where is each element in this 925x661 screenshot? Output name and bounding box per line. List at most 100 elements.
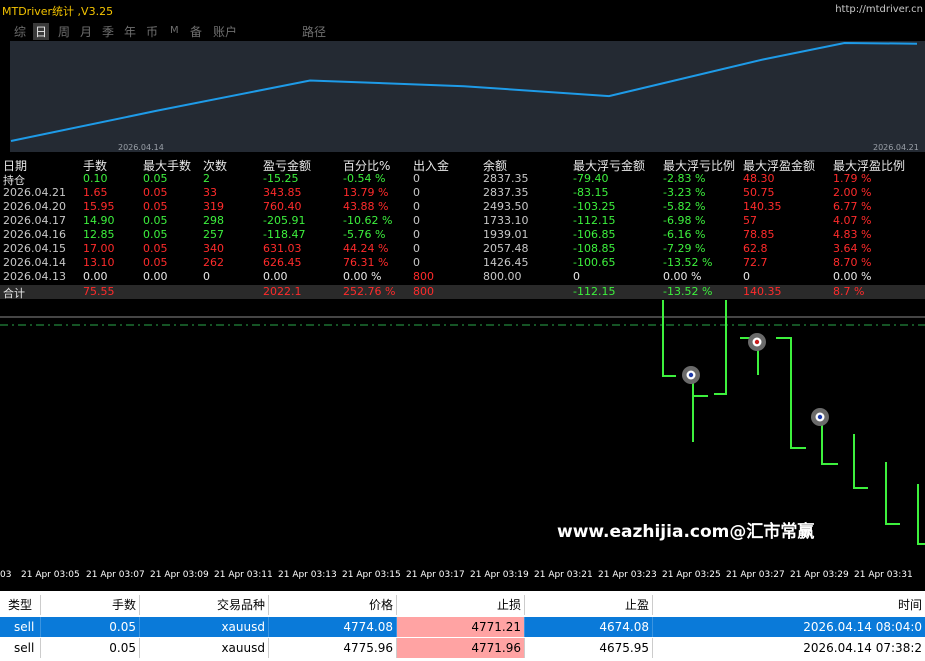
- orders-header-tp[interactable]: 止盈: [525, 595, 653, 615]
- tab-backup[interactable]: 备: [188, 23, 204, 40]
- orders-header-lots[interactable]: 手数: [41, 595, 140, 615]
- trade-marker-2[interactable]: [748, 333, 766, 351]
- tab-overview[interactable]: 综: [12, 23, 28, 40]
- stat-max-dd-pct: 0.00 %: [663, 270, 702, 283]
- stat-max-fp-pct: 4.07 %: [833, 214, 872, 227]
- time-axis-label: 21 Apr 03:09: [150, 570, 209, 580]
- order-take-profit[interactable]: 4674.08: [525, 617, 653, 637]
- price-step-2: [692, 376, 708, 442]
- stat-max-fp: 140.35: [743, 200, 782, 213]
- time-axis-label: 21 Apr 03:21: [534, 570, 593, 580]
- stat-max-fp: 72.7: [743, 256, 768, 269]
- price-step-5: [776, 337, 806, 449]
- order-stop-loss[interactable]: 4771.96: [397, 638, 525, 658]
- stat-date: 2026.04.21: [3, 186, 66, 199]
- order-row[interactable]: sell 0.05 xauusd 4774.08 4771.21 4674.08…: [0, 617, 925, 637]
- stat-inout: 800: [413, 270, 434, 283]
- trade-marker-1[interactable]: [682, 366, 700, 384]
- title-bar: MTDriver统计 ,V3.25 http://mtdriver.cn: [0, 0, 925, 20]
- equity-curve-line: [10, 41, 918, 142]
- stats-row: 2026.04.16 12.85 0.05 257 -118.47 -5.76 % 0 193…: [0, 228, 925, 242]
- orders-header-symbol[interactable]: 交易品种: [140, 595, 269, 615]
- order-symbol: xauusd: [140, 638, 269, 658]
- order-take-profit[interactable]: 4675.95: [525, 638, 653, 658]
- total-pnl: 2022.1: [263, 285, 302, 298]
- total-max-dd: -112.15: [573, 285, 616, 298]
- tab-year[interactable]: 年: [122, 23, 138, 40]
- stat-max-fp-pct: 4.83 %: [833, 228, 872, 241]
- tab-path[interactable]: 路径: [300, 23, 328, 40]
- stat-max-dd: -108.85: [573, 242, 616, 255]
- price-step-1: [662, 300, 676, 377]
- stat-count: 262: [203, 256, 224, 269]
- curve-date-end: 2026.04.21: [873, 143, 919, 152]
- stat-max-fp-pct: 3.64 %: [833, 242, 872, 255]
- stat-max-dd-pct: -13.52 %: [663, 256, 713, 269]
- stat-max-fp-pct: 2.00 %: [833, 186, 872, 199]
- stat-balance: 2493.50: [483, 200, 529, 213]
- price-step-6: [821, 418, 838, 465]
- stat-max-dd-pct: -7.29 %: [663, 242, 706, 255]
- price-step-3: [714, 300, 727, 395]
- time-axis-label: 21 Apr 03:23: [598, 570, 657, 580]
- order-symbol: xauusd: [140, 617, 269, 637]
- app-title: MTDriver统计 ,V3.25: [2, 5, 114, 18]
- tab-m[interactable]: M: [168, 25, 181, 36]
- tab-day[interactable]: 日: [33, 23, 50, 40]
- stat-date: 2026.04.20: [3, 200, 66, 213]
- price-step-7: [853, 434, 868, 489]
- stat-lots: 12.85: [83, 228, 115, 241]
- stat-date: 2026.04.13: [3, 270, 66, 283]
- stat-date: 2026.04.14: [3, 256, 66, 269]
- stat-max-fp-pct: 8.70 %: [833, 256, 872, 269]
- tab-month[interactable]: 月: [78, 23, 94, 40]
- order-stop-loss[interactable]: 4771.21: [397, 617, 525, 637]
- order-time: 2026.04.14 07:38:2: [803, 641, 922, 655]
- stat-count: 0: [203, 270, 210, 283]
- stat-lots: 13.10: [83, 256, 115, 269]
- tab-week[interactable]: 周: [56, 23, 72, 40]
- stat-max-lots: 0.05: [143, 214, 168, 227]
- total-pct: 252.76 %: [343, 285, 396, 298]
- period-tabs: 综 日 周 月 季 年 币 M 备 账户 路径: [0, 21, 925, 40]
- stat-count: 319: [203, 200, 224, 213]
- equity-curve-panel: 2026.04.14 2026.04.21: [10, 41, 925, 152]
- time-axis-label: 21 Apr 03:29: [790, 570, 849, 580]
- open-orders-table: 类型 手数 交易品种 价格 止损 止盈 时间 sell 0.05 xauusd …: [0, 591, 925, 661]
- tab-account[interactable]: 账户: [211, 23, 239, 40]
- stat-balance: 800.00: [483, 270, 522, 283]
- stat-lots: 0.00: [83, 270, 108, 283]
- stat-pnl: -15.25: [263, 172, 299, 185]
- tab-quarter[interactable]: 季: [100, 23, 116, 40]
- stat-pct: 76.31 %: [343, 256, 389, 269]
- trade-marker-3[interactable]: [811, 408, 829, 426]
- stat-max-fp: 0: [743, 270, 750, 283]
- tab-currency[interactable]: 币: [144, 23, 160, 40]
- equity-curve-chart: [10, 41, 918, 142]
- time-axis-label: 21 Apr 03:19: [470, 570, 529, 580]
- orders-header-type[interactable]: 类型: [0, 595, 41, 615]
- order-row[interactable]: sell 0.05 xauusd 4775.96 4771.96 4675.95…: [0, 638, 925, 658]
- stat-max-dd-pct: -2.83 %: [663, 172, 706, 185]
- time-axis-label: 21 Apr 03:31: [854, 570, 913, 580]
- orders-header-sl[interactable]: 止损: [397, 595, 525, 615]
- orders-header-price[interactable]: 价格: [269, 595, 397, 615]
- stat-inout: 0: [413, 256, 420, 269]
- time-axis-label: 21 Apr 03:27: [726, 570, 785, 580]
- stat-max-dd: -106.85: [573, 228, 616, 241]
- stat-balance: 2837.35: [483, 172, 529, 185]
- stat-max-fp-pct: 0.00 %: [833, 270, 872, 283]
- tick-steps: [662, 300, 925, 545]
- stat-date: 2026.04.15: [3, 242, 66, 255]
- order-type: sell: [0, 638, 41, 658]
- stat-inout: 0: [413, 242, 420, 255]
- stats-row: 2026.04.17 14.90 0.05 298 -205.91 -10.62 % 0 17…: [0, 214, 925, 228]
- orders-header-time[interactable]: 时间: [653, 595, 925, 615]
- time-axis-label: 21 Apr 03:15: [342, 570, 401, 580]
- curve-date-start: 2026.04.14: [118, 143, 164, 152]
- stat-max-dd-pct: -6.98 %: [663, 214, 706, 227]
- stat-pnl: 343.85: [263, 186, 302, 199]
- site-link[interactable]: http://mtdriver.cn: [835, 4, 923, 15]
- time-axis: 03 21 Apr 03:05 21 Apr 03:07 21 Apr 03:09 21…: [0, 566, 925, 586]
- total-inout: 800: [413, 285, 434, 298]
